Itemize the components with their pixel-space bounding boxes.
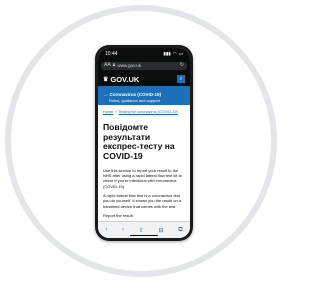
status-icons: ▮▮▮ ◠ ▭ bbox=[163, 51, 183, 57]
phone-frame: 10:44 ▮▮▮ ◠ ▭ AA 🔒︎ www.gov.uk ↻ ♛ GOV.U… bbox=[95, 45, 193, 241]
browser-address-area: AA 🔒︎ www.gov.uk ↻ bbox=[98, 59, 190, 72]
back-icon[interactable]: ‹ bbox=[105, 227, 107, 233]
status-bar: 10:44 ▮▮▮ ◠ ▭ bbox=[98, 48, 190, 59]
text-size-button[interactable]: AA bbox=[104, 63, 111, 68]
tabs-icon[interactable]: ⧉ bbox=[178, 227, 182, 234]
address-bar[interactable]: AA 🔒︎ www.gov.uk ↻ bbox=[101, 61, 187, 70]
covid-banner[interactable]: → Coronavirus (COVID-19) Rules, guidance… bbox=[98, 88, 190, 105]
search-button[interactable]: ⌕ bbox=[177, 75, 185, 83]
page-title: Повідомте результати експрес-тесту на CO… bbox=[103, 122, 175, 161]
govuk-logo[interactable]: ♛ GOV.UK bbox=[103, 75, 139, 84]
logo-text: GOV.UK bbox=[110, 74, 140, 84]
banner-title[interactable]: Coronavirus (COVID-19) bbox=[110, 92, 162, 97]
arrow-icon: → bbox=[103, 92, 108, 97]
report-prompt: Report the result: bbox=[103, 213, 134, 219]
description-paragraph: A rapid lateral flow test is a coronavir… bbox=[103, 193, 182, 209]
lock-icon: 🔒︎ bbox=[112, 62, 116, 68]
intro-paragraph: Use this service to report your result t… bbox=[103, 167, 182, 189]
crown-icon: ♛ bbox=[103, 76, 109, 83]
breadcrumb-home[interactable]: Home bbox=[103, 110, 113, 114]
breadcrumb: Home › Testing for coronavirus (COVID-19… bbox=[103, 110, 185, 114]
wifi-icon: ◠ bbox=[172, 50, 177, 56]
url-text: www.gov.uk bbox=[117, 63, 142, 68]
main-content: Home › Testing for coronavirus (COVID-19… bbox=[98, 105, 190, 219]
signal-icon: ▮▮▮ bbox=[163, 50, 171, 56]
reload-icon[interactable]: ↻ bbox=[180, 63, 184, 68]
bookmarks-icon[interactable]: ⊟ bbox=[159, 227, 164, 234]
breadcrumb-separator: › bbox=[115, 110, 117, 114]
govuk-header: ♛ GOV.UK ⌕ bbox=[98, 72, 190, 88]
home-indicator bbox=[130, 234, 158, 236]
breadcrumb-testing[interactable]: Testing for coronavirus (COVID-19) bbox=[118, 110, 177, 114]
phone-screen: 10:44 ▮▮▮ ◠ ▭ AA 🔒︎ www.gov.uk ↻ ♛ GOV.U… bbox=[98, 48, 190, 238]
forward-icon[interactable]: › bbox=[122, 227, 124, 233]
battery-icon: ▭ bbox=[178, 50, 183, 56]
banner-subtitle: Rules, guidance and support bbox=[109, 98, 160, 103]
search-icon: ⌕ bbox=[179, 76, 183, 82]
share-icon[interactable]: ⇧ bbox=[139, 227, 144, 234]
status-time: 10:44 bbox=[105, 50, 118, 57]
